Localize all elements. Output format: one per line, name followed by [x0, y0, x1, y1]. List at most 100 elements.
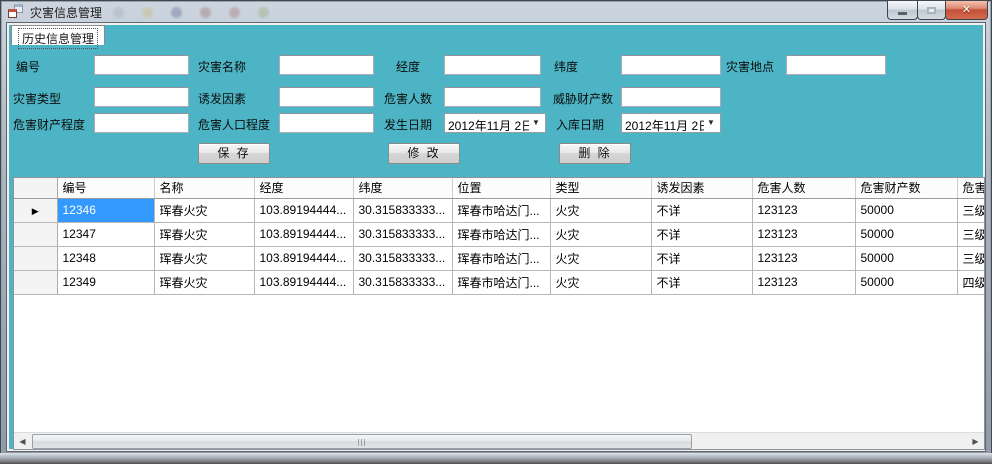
column-header[interactable]: 类型	[550, 178, 651, 198]
tab-history-info[interactable]: 历史信息管理	[11, 25, 105, 45]
grid-cell[interactable]: 50000	[855, 198, 957, 222]
row-selector[interactable]	[14, 246, 57, 270]
grid-cell[interactable]: 103.89194444...	[254, 222, 353, 246]
grid-cell[interactable]: 123123	[752, 246, 855, 270]
grid-cell[interactable]: 30.315833333...	[353, 270, 452, 294]
save-button[interactable]: 保 存	[198, 143, 270, 164]
grid-cell[interactable]: 不详	[651, 246, 752, 270]
grid-cell[interactable]: 火灾	[550, 198, 651, 222]
grid-cell[interactable]: 123123	[752, 270, 855, 294]
row-selector[interactable]	[14, 222, 57, 246]
scroll-right-button[interactable]: ▶	[967, 433, 984, 450]
grid-cell[interactable]: 珲春市哈达门...	[452, 270, 550, 294]
delete-button[interactable]: 删 除	[559, 143, 631, 164]
grid-cell[interactable]: 三级	[957, 246, 985, 270]
harmed-people-input[interactable]	[444, 87, 541, 107]
grid-cell[interactable]: 123123	[752, 198, 855, 222]
grid-cell[interactable]: 火灾	[550, 246, 651, 270]
number-input[interactable]	[94, 55, 189, 75]
grid-cell[interactable]: 30.315833333...	[353, 246, 452, 270]
client-area: 编号 灾害名称 经度 纬度 灾害地点 灾害类型 诱发因素 危害人数 威胁财产数 …	[6, 22, 986, 452]
column-header[interactable]: 危害财产数	[855, 178, 957, 198]
tab-label: 历史信息管理	[18, 28, 98, 49]
grid-cell[interactable]: 三级	[957, 222, 985, 246]
app-icon-front-window	[8, 9, 17, 18]
glass-reflection	[171, 7, 182, 18]
grid-cell[interactable]: 30.315833333...	[353, 198, 452, 222]
label-property-damage-degree: 危害财产程度	[13, 116, 85, 133]
label-harmed-people: 危害人数	[384, 90, 432, 107]
scroll-left-button[interactable]: ◀	[14, 433, 31, 450]
grid-cell[interactable]: 四级	[957, 270, 985, 294]
grid-cell[interactable]: 103.89194444...	[254, 198, 353, 222]
maximize-icon	[927, 7, 936, 14]
property-damage-degree-input[interactable]	[94, 113, 189, 133]
disaster-type-input[interactable]	[94, 87, 189, 107]
scrollbar-thumb[interactable]	[32, 434, 692, 449]
table-row: 12349珲春火灾103.89194444...30.315833333...珲…	[14, 270, 985, 294]
minimize-button[interactable]	[887, 1, 918, 20]
population-damage-degree-input[interactable]	[279, 113, 374, 133]
inducing-factor-input[interactable]	[279, 87, 374, 107]
column-header[interactable]: 编号	[57, 178, 154, 198]
close-button[interactable]: ✕	[945, 1, 988, 20]
grid-cell[interactable]: 珲春火灾	[154, 246, 254, 270]
row-selector-header[interactable]	[14, 178, 57, 198]
occur-date-picker[interactable]: 2012年11月 2日 ▼	[444, 113, 546, 133]
grid-cell[interactable]: 不详	[651, 198, 752, 222]
grid-cell[interactable]: 12349	[57, 270, 154, 294]
longitude-input[interactable]	[444, 55, 541, 75]
threatened-property-input[interactable]	[621, 87, 721, 107]
minimize-icon	[898, 12, 907, 15]
grid-cell[interactable]: 珲春火灾	[154, 270, 254, 294]
row-selector[interactable]	[14, 270, 57, 294]
grid-cell[interactable]: 火灾	[550, 222, 651, 246]
titlebar[interactable]: 灾害信息管理 ✕	[0, 0, 992, 22]
grid-cell[interactable]: 123123	[752, 222, 855, 246]
grid-cell[interactable]: 珲春火灾	[154, 222, 254, 246]
column-header[interactable]: 经度	[254, 178, 353, 198]
grid-cell[interactable]: 50000	[855, 246, 957, 270]
column-header[interactable]: 位置	[452, 178, 550, 198]
column-header[interactable]: 诱发因素	[651, 178, 752, 198]
disaster-name-input[interactable]	[279, 55, 374, 75]
data-grid: 编号名称经度纬度位置类型诱发因素危害人数危害财产数危害程度 ▶12346珲春火灾…	[13, 177, 985, 450]
grid-cell[interactable]: 12346	[57, 198, 154, 222]
grid-cell[interactable]: 不详	[651, 222, 752, 246]
chevron-down-icon[interactable]: ▼	[704, 114, 718, 132]
modify-button[interactable]: 修 改	[388, 143, 460, 164]
grid-cell[interactable]: 不详	[651, 270, 752, 294]
column-header[interactable]: 名称	[154, 178, 254, 198]
grid-header-row: 编号名称经度纬度位置类型诱发因素危害人数危害财产数危害程度	[14, 178, 985, 198]
grid-cell[interactable]: 火灾	[550, 270, 651, 294]
latitude-input[interactable]	[621, 55, 721, 75]
occur-date-value: 2012年11月 2日	[448, 117, 533, 133]
grid-cell[interactable]: 珲春市哈达门...	[452, 222, 550, 246]
grid-cell[interactable]: 50000	[855, 270, 957, 294]
grid-cell[interactable]: 12347	[57, 222, 154, 246]
glass-reflection	[258, 7, 269, 18]
window-bottom-frame	[0, 453, 992, 464]
label-population-damage-degree: 危害人口程度	[198, 116, 270, 133]
storage-date-picker[interactable]: 2012年11月 2日 ▼	[621, 113, 721, 133]
grid-cell[interactable]: 103.89194444...	[254, 246, 353, 270]
column-header[interactable]: 危害人数	[752, 178, 855, 198]
row-selector[interactable]: ▶	[14, 198, 57, 222]
column-header[interactable]: 纬度	[353, 178, 452, 198]
glass-reflection	[113, 7, 124, 18]
grid-cell[interactable]: 珲春火灾	[154, 198, 254, 222]
chevron-down-icon[interactable]: ▼	[529, 114, 543, 132]
grid-cell[interactable]: 50000	[855, 222, 957, 246]
grid-cell[interactable]: 12348	[57, 246, 154, 270]
grid-cell[interactable]: 珲春市哈达门...	[452, 198, 550, 222]
grid-cell[interactable]: 三级	[957, 198, 985, 222]
horizontal-scrollbar[interactable]: ◀ ▶	[14, 432, 984, 449]
label-latitude: 纬度	[554, 58, 578, 75]
column-header[interactable]: 危害程度	[957, 178, 985, 198]
grid-cell[interactable]: 珲春市哈达门...	[452, 246, 550, 270]
disaster-place-input[interactable]	[786, 55, 886, 75]
grid-cell[interactable]: 30.315833333...	[353, 222, 452, 246]
storage-date-value: 2012年11月 2日	[625, 117, 710, 133]
grid-cell[interactable]: 103.89194444...	[254, 270, 353, 294]
maximize-button[interactable]	[917, 1, 946, 20]
